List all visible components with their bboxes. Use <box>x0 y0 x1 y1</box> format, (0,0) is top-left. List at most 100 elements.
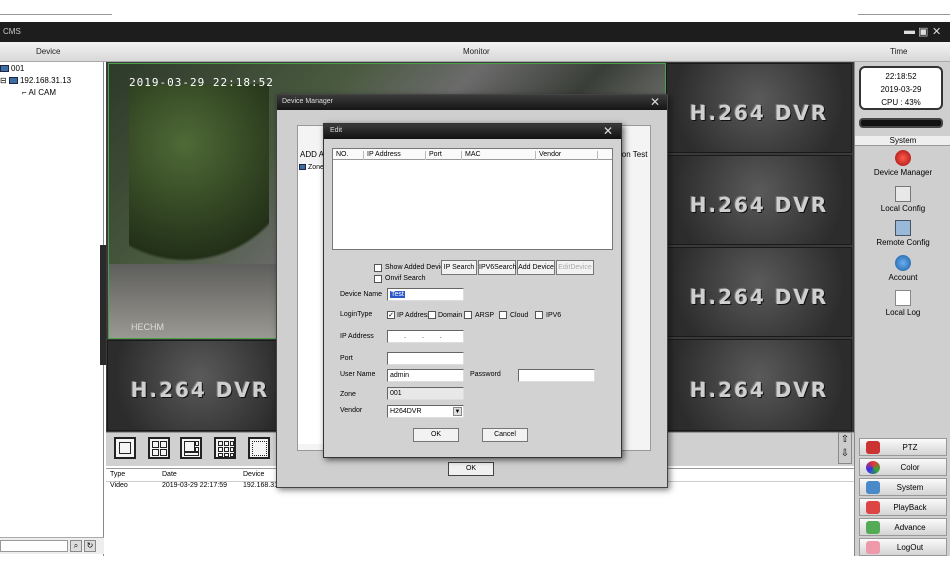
zone-field[interactable]: 001 <box>387 387 464 400</box>
color-button[interactable]: Color <box>859 458 947 476</box>
video-tile[interactable]: H.264 DVR <box>666 339 852 431</box>
clock-box: 22:18:52 2019-03-29 CPU : 43% <box>859 66 943 110</box>
local-log-link[interactable]: Local Log <box>855 290 950 317</box>
login-type-ip-label: IP Address <box>397 312 431 319</box>
collapse-icon[interactable]: ⊟ <box>0 76 7 85</box>
section-header-bar: Device Monitor Time <box>0 42 950 62</box>
window-title: CMS <box>3 27 21 36</box>
device-search-input[interactable] <box>0 540 68 552</box>
add-device-button[interactable]: Add Device <box>517 260 555 275</box>
edit-ok-button[interactable]: OK <box>413 428 459 442</box>
cloud-checkbox[interactable] <box>499 311 507 319</box>
logout-button[interactable]: LogOut <box>859 538 947 556</box>
maximize-icon[interactable]: ▣ <box>918 25 928 38</box>
video-tile[interactable]: H.264 DVR <box>666 155 852 245</box>
tree-camera[interactable]: ⌐ AI CAM <box>22 88 56 97</box>
system-button[interactable]: System <box>859 478 947 496</box>
show-added-label: Show Added Devic <box>385 264 444 271</box>
show-added-checkbox[interactable] <box>374 264 382 272</box>
edit-device-button[interactable]: EditDevice <box>556 260 594 275</box>
layout-16-button[interactable] <box>248 437 270 459</box>
video-tile[interactable]: H.264 DVR <box>107 340 293 431</box>
title-bar: CMS ▬ ▣ ✕ <box>0 22 950 42</box>
divider <box>0 14 112 15</box>
vendor-select[interactable]: H264DVR ▼ <box>387 405 464 418</box>
log-col-type: Type <box>110 471 126 478</box>
close-icon[interactable]: ✕ <box>603 124 613 138</box>
onvif-search-checkbox[interactable] <box>374 275 382 283</box>
dialog-title: Device Manager <box>282 98 333 105</box>
ip-address-field[interactable]: . . . <box>387 330 464 343</box>
tree-device[interactable]: ⊟ 192.168.31.13 <box>0 76 71 85</box>
arsp-checkbox[interactable] <box>464 311 472 319</box>
advance-button[interactable]: Advance <box>859 518 947 536</box>
device-manager-link[interactable]: Device Manager <box>855 150 950 177</box>
zone-label: Zone <box>340 391 356 398</box>
refresh-icon[interactable]: ↻ <box>84 540 96 552</box>
ip-address-checkbox[interactable]: ✓ <box>387 311 395 319</box>
device-header: Device <box>36 47 61 56</box>
close-icon[interactable]: ✕ <box>650 95 660 109</box>
status-bar <box>859 118 943 128</box>
layout-1-button[interactable] <box>114 437 136 459</box>
remote-config-icon <box>895 220 911 236</box>
edit-title-bar: Edit ✕ <box>324 124 621 139</box>
close-icon[interactable]: ✕ <box>932 25 941 38</box>
playback-button[interactable]: PlayBack <box>859 498 947 516</box>
layout-6-button[interactable] <box>180 437 202 459</box>
tree-zone[interactable]: 001 <box>0 64 24 73</box>
col-no: NO. <box>336 151 349 158</box>
port-label: Port <box>340 355 353 362</box>
chevron-down-icon[interactable]: ▼ <box>453 407 462 416</box>
tree-zone[interactable]: Zone <box>299 164 324 171</box>
ptz-button[interactable]: PTZ <box>859 438 947 456</box>
account-icon <box>895 255 911 271</box>
time-header: Time <box>890 47 908 56</box>
col-vendor: Vendor <box>535 151 561 160</box>
local-config-link[interactable]: Local Config <box>855 186 950 213</box>
scroll-arrows[interactable]: ⇧ ⇩ <box>838 432 852 464</box>
video-tile[interactable]: H.264 DVR <box>666 247 852 337</box>
log-cell-date: 2019-03-29 22:17:59 <box>162 482 227 489</box>
table-header: NO. IP Address Port MAC Vendor <box>333 149 612 160</box>
connection-test-button[interactable]: ion Test <box>620 150 647 159</box>
zone-icon <box>299 164 306 171</box>
password-label: Password <box>470 371 501 378</box>
monitor-header: Monitor <box>463 47 490 56</box>
layout-9-button[interactable] <box>214 437 236 459</box>
divider <box>858 14 950 15</box>
search-icon[interactable]: ⌕ <box>70 540 82 552</box>
domain-checkbox[interactable] <box>428 311 436 319</box>
device-manager-ok-button[interactable]: OK <box>448 462 494 476</box>
ip-search-button[interactable]: IP Search <box>441 260 477 275</box>
video-tile[interactable]: H.264 DVR <box>666 63 852 153</box>
camera-image-tree <box>129 84 269 284</box>
password-field[interactable] <box>518 369 595 382</box>
login-type-label: LoginType <box>340 311 373 318</box>
login-type-cloud-label: Cloud <box>510 312 529 319</box>
device-name-field[interactable]: Test <box>387 288 464 301</box>
ipv6-checkbox[interactable] <box>535 311 543 319</box>
remote-config-link[interactable]: Remote Config <box>855 220 950 247</box>
port-field[interactable] <box>387 352 464 365</box>
edit-title: Edit <box>330 127 343 134</box>
onvif-search-label: Onvif Search <box>385 275 426 282</box>
edit-cancel-button[interactable]: Cancel <box>482 428 528 442</box>
user-name-field[interactable]: admin <box>387 369 464 382</box>
camera-watermark: HECHM <box>131 322 164 332</box>
local-config-icon <box>895 186 911 202</box>
layout-4-button[interactable] <box>148 437 170 459</box>
camera-timestamp: 2019-03-29 22:18:52 <box>129 76 274 89</box>
account-link[interactable]: Account <box>855 255 950 282</box>
ipv6-search-button[interactable]: IPV6Search <box>478 260 516 275</box>
local-log-icon <box>895 290 911 306</box>
camera-icon: ⌐ <box>22 88 27 97</box>
cpu-usage: CPU : 43% <box>881 98 921 107</box>
login-type-arsp-label: ARSP <box>475 312 495 319</box>
edit-dialog: Edit ✕ NO. IP Address Port MAC Vendor Sh… <box>323 123 622 458</box>
log-cell-type: Video <box>110 482 128 489</box>
search-results-table[interactable]: NO. IP Address Port MAC Vendor <box>332 148 613 250</box>
clock-time: 22:18:52 <box>885 72 917 81</box>
minimize-icon[interactable]: ▬ <box>904 25 915 37</box>
device-manager-icon <box>895 150 911 166</box>
